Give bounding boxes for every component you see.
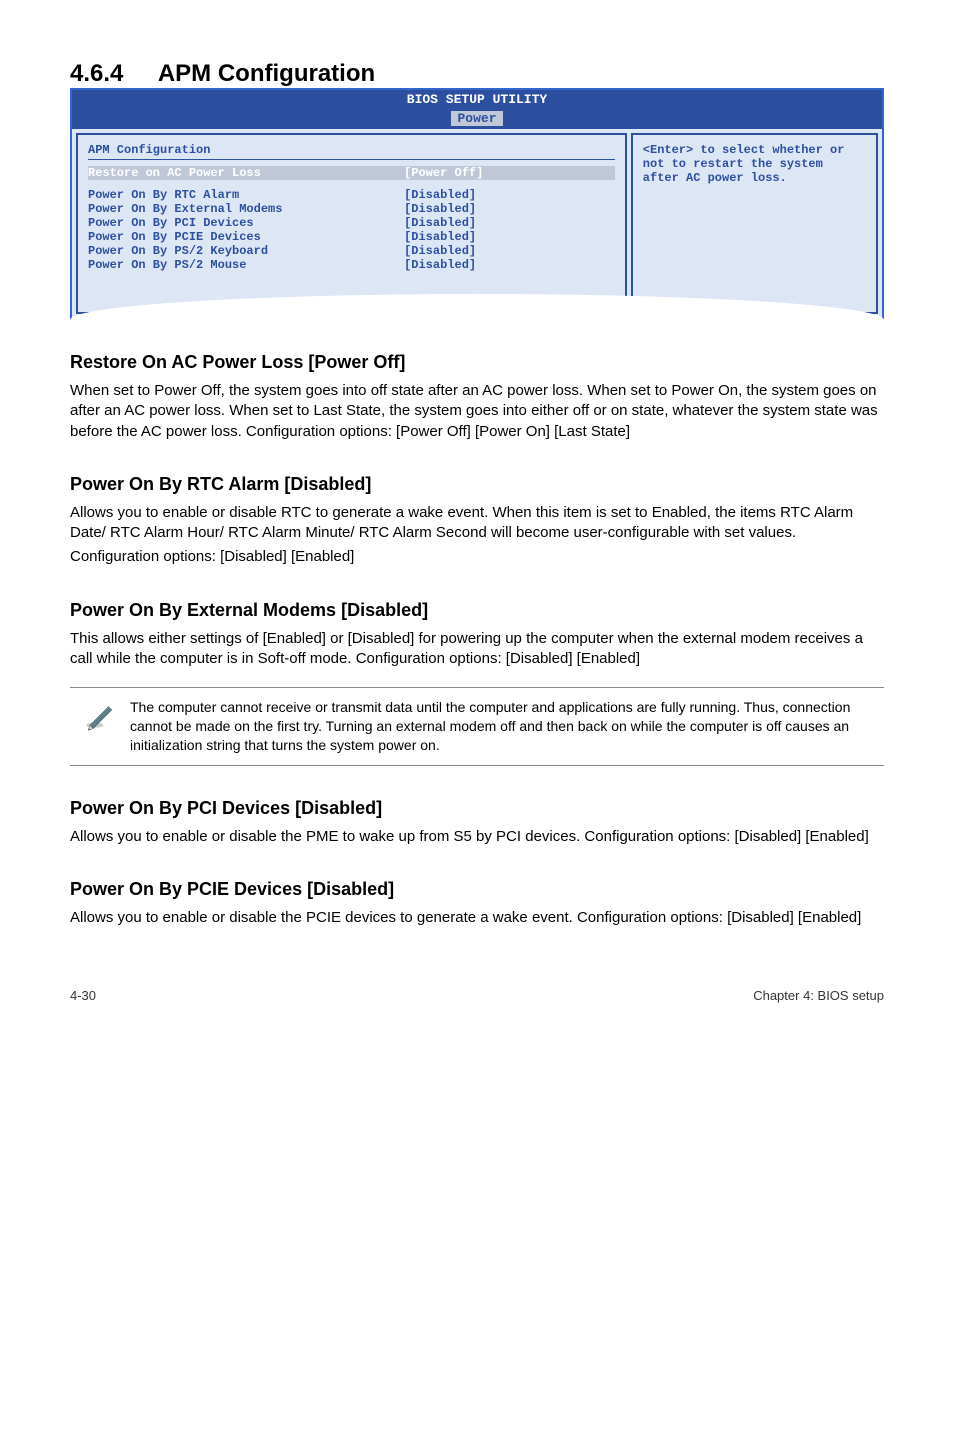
note-text: The computer cannot receive or transmit … — [130, 698, 884, 755]
bios-row-value: [Disabled] — [404, 202, 615, 216]
section-title: APM Configuration — [158, 60, 375, 88]
bios-row-value: [Disabled] — [404, 244, 615, 258]
bios-tab-power: Power — [451, 111, 502, 126]
page-number: 4-30 — [70, 988, 96, 1003]
subheading-pci: Power On By PCI Devices [Disabled] — [70, 798, 884, 819]
bios-row: Power On By PS/2 Mouse [Disabled] — [88, 258, 615, 272]
subheading-ext-modems: Power On By External Modems [Disabled] — [70, 600, 884, 621]
bios-row: Power On By RTC Alarm [Disabled] — [88, 188, 615, 202]
bios-row-label: Power On By PS/2 Mouse — [88, 258, 404, 272]
bios-row-label: Power On By PS/2 Keyboard — [88, 244, 404, 258]
bios-row: Power On By PCIE Devices [Disabled] — [88, 230, 615, 244]
bios-help-panel: <Enter> to select whether or not to rest… — [631, 133, 878, 314]
bios-screenshot: BIOS SETUP UTILITY Power APM Configurati… — [70, 88, 884, 320]
bios-row-label: Power On By PCI Devices — [88, 216, 404, 230]
paragraph: Allows you to enable or disable RTC to g… — [70, 503, 884, 544]
bios-row-label: Power On By RTC Alarm — [88, 188, 404, 202]
chapter-label: Chapter 4: BIOS setup — [753, 988, 884, 1003]
bios-row-value: [Disabled] — [404, 188, 615, 202]
bios-row: Power On By PS/2 Keyboard [Disabled] — [88, 244, 615, 258]
bios-tab-row: Power — [72, 109, 882, 129]
bios-row-label: Power On By PCIE Devices — [88, 230, 404, 244]
subheading-restore: Restore On AC Power Loss [Power Off] — [70, 352, 884, 373]
bios-row-value: [Disabled] — [404, 258, 615, 272]
paragraph: Allows you to enable or disable the PME … — [70, 827, 884, 847]
section-heading: 4.6.4 APM Configuration — [70, 60, 884, 88]
paragraph: Configuration options: [Disabled] [Enabl… — [70, 547, 884, 567]
bios-left-panel: APM Configuration Restore on AC Power Lo… — [76, 133, 627, 314]
bios-row-restore: Restore on AC Power Loss [Power Off] — [88, 166, 615, 180]
bios-row: Power On By External Modems [Disabled] — [88, 202, 615, 216]
pencil-icon — [70, 698, 130, 732]
bios-row-label: Restore on AC Power Loss — [88, 166, 404, 180]
bios-row-value: [Disabled] — [404, 230, 615, 244]
bios-header: BIOS SETUP UTILITY — [72, 90, 882, 109]
section-number: 4.6.4 — [70, 60, 123, 88]
page-footer: 4-30 Chapter 4: BIOS setup — [70, 988, 884, 1003]
subheading-pcie: Power On By PCIE Devices [Disabled] — [70, 879, 884, 900]
note-callout: The computer cannot receive or transmit … — [70, 687, 884, 766]
divider — [88, 159, 615, 160]
paragraph: Allows you to enable or disable the PCIE… — [70, 908, 884, 928]
paragraph: When set to Power Off, the system goes i… — [70, 381, 884, 442]
bios-help-text: <Enter> to select whether or not to rest… — [643, 143, 845, 185]
paragraph: This allows either settings of [Enabled]… — [70, 629, 884, 670]
bios-row-value: [Power Off] — [404, 166, 615, 180]
bios-row: Power On By PCI Devices [Disabled] — [88, 216, 615, 230]
bios-panel-title: APM Configuration — [88, 143, 615, 157]
bios-row-label: Power On By External Modems — [88, 202, 404, 216]
bios-row-value: [Disabled] — [404, 216, 615, 230]
subheading-rtc: Power On By RTC Alarm [Disabled] — [70, 474, 884, 495]
